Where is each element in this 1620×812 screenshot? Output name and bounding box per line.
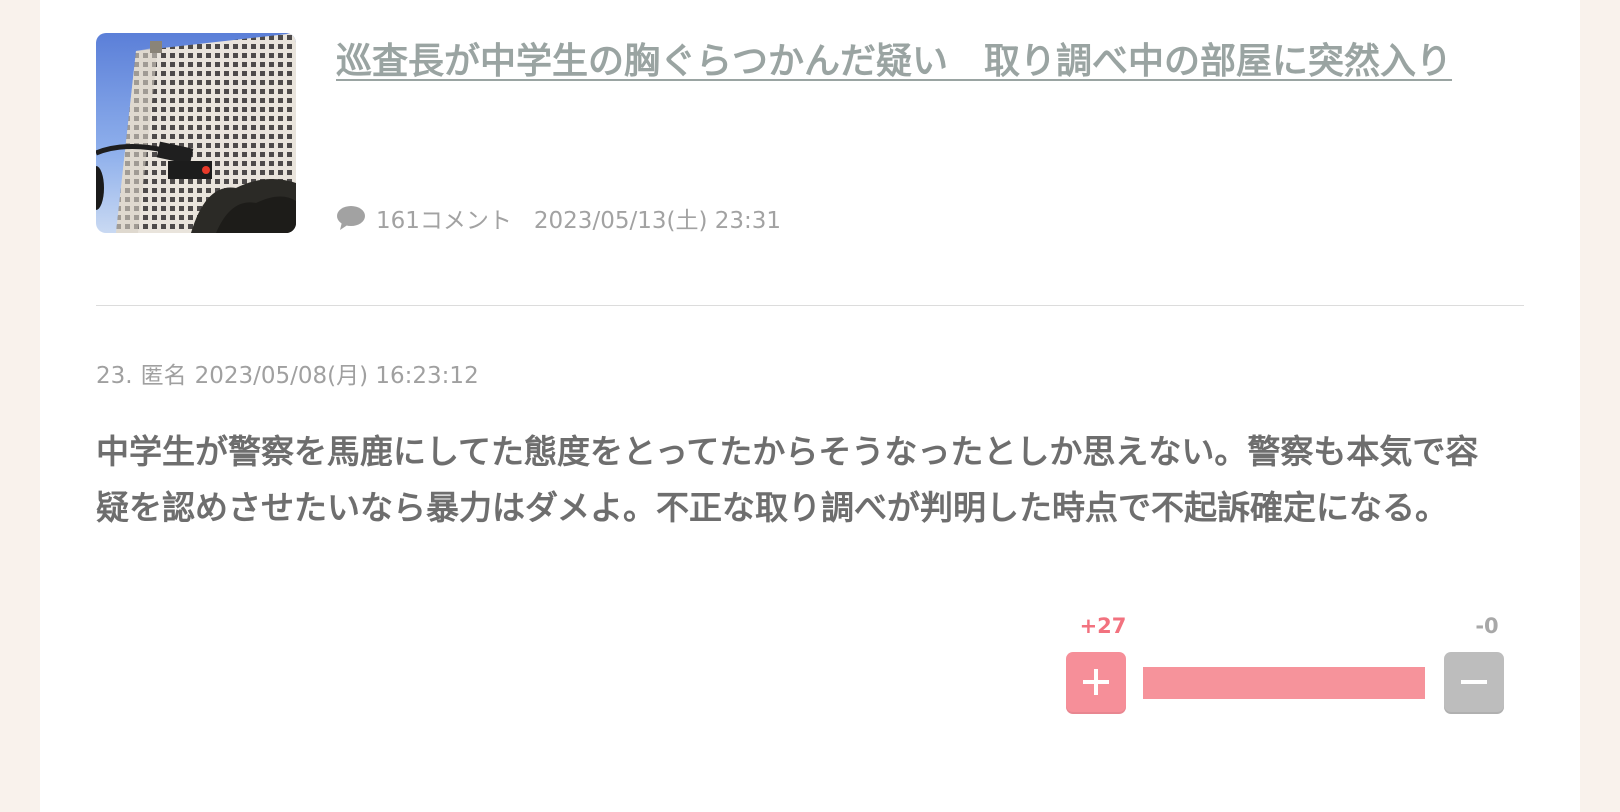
minus-icon <box>1461 680 1487 684</box>
article-header: 巡査長が中学生の胸ぐらつかんだ疑い 取り調べ中の部屋に突然入り 161コメント … <box>96 33 1486 235</box>
comment-count[interactable]: 161コメント <box>376 201 512 235</box>
comment-bubble-icon <box>337 206 365 230</box>
comment-number[interactable]: 23. <box>96 363 133 389</box>
comment-body: 中学生が警察を馬鹿にしてた態度をとってたからそうなったとしか思えない。警察も本気… <box>96 432 1479 527</box>
article-datetime: 2023/05/13(土) 23:31 <box>533 208 782 234</box>
article-meta: 161コメント 2023/05/13(土) 23:31 <box>336 201 782 235</box>
vote-ratio-bar <box>1143 667 1425 699</box>
comment-author: 匿名 <box>140 363 187 389</box>
comment-meta: 23. 匿名 2023/05/08(月) 16:23:12 <box>96 356 487 390</box>
vote-plus-count: +27 <box>1079 614 1127 638</box>
vote-minus-button[interactable] <box>1444 652 1504 712</box>
article-title-link[interactable]: 巡査長が中学生の胸ぐらつかんだ疑い 取り調べ中の部屋に突然入り <box>336 33 1496 91</box>
building-photo-icon <box>96 33 296 233</box>
article-thumbnail[interactable] <box>96 33 296 233</box>
vote-ratio-fill <box>1143 667 1425 699</box>
plus-icon <box>1083 669 1109 695</box>
comment-datetime: 2023/05/08(月) 16:23:12 <box>194 363 479 389</box>
divider <box>96 305 1524 306</box>
vote-plus-button[interactable] <box>1066 652 1126 712</box>
page-container: 巡査長が中学生の胸ぐらつかんだ疑い 取り調べ中の部屋に突然入り 161コメント … <box>40 0 1580 812</box>
vote-minus-count: -0 <box>1475 614 1499 638</box>
